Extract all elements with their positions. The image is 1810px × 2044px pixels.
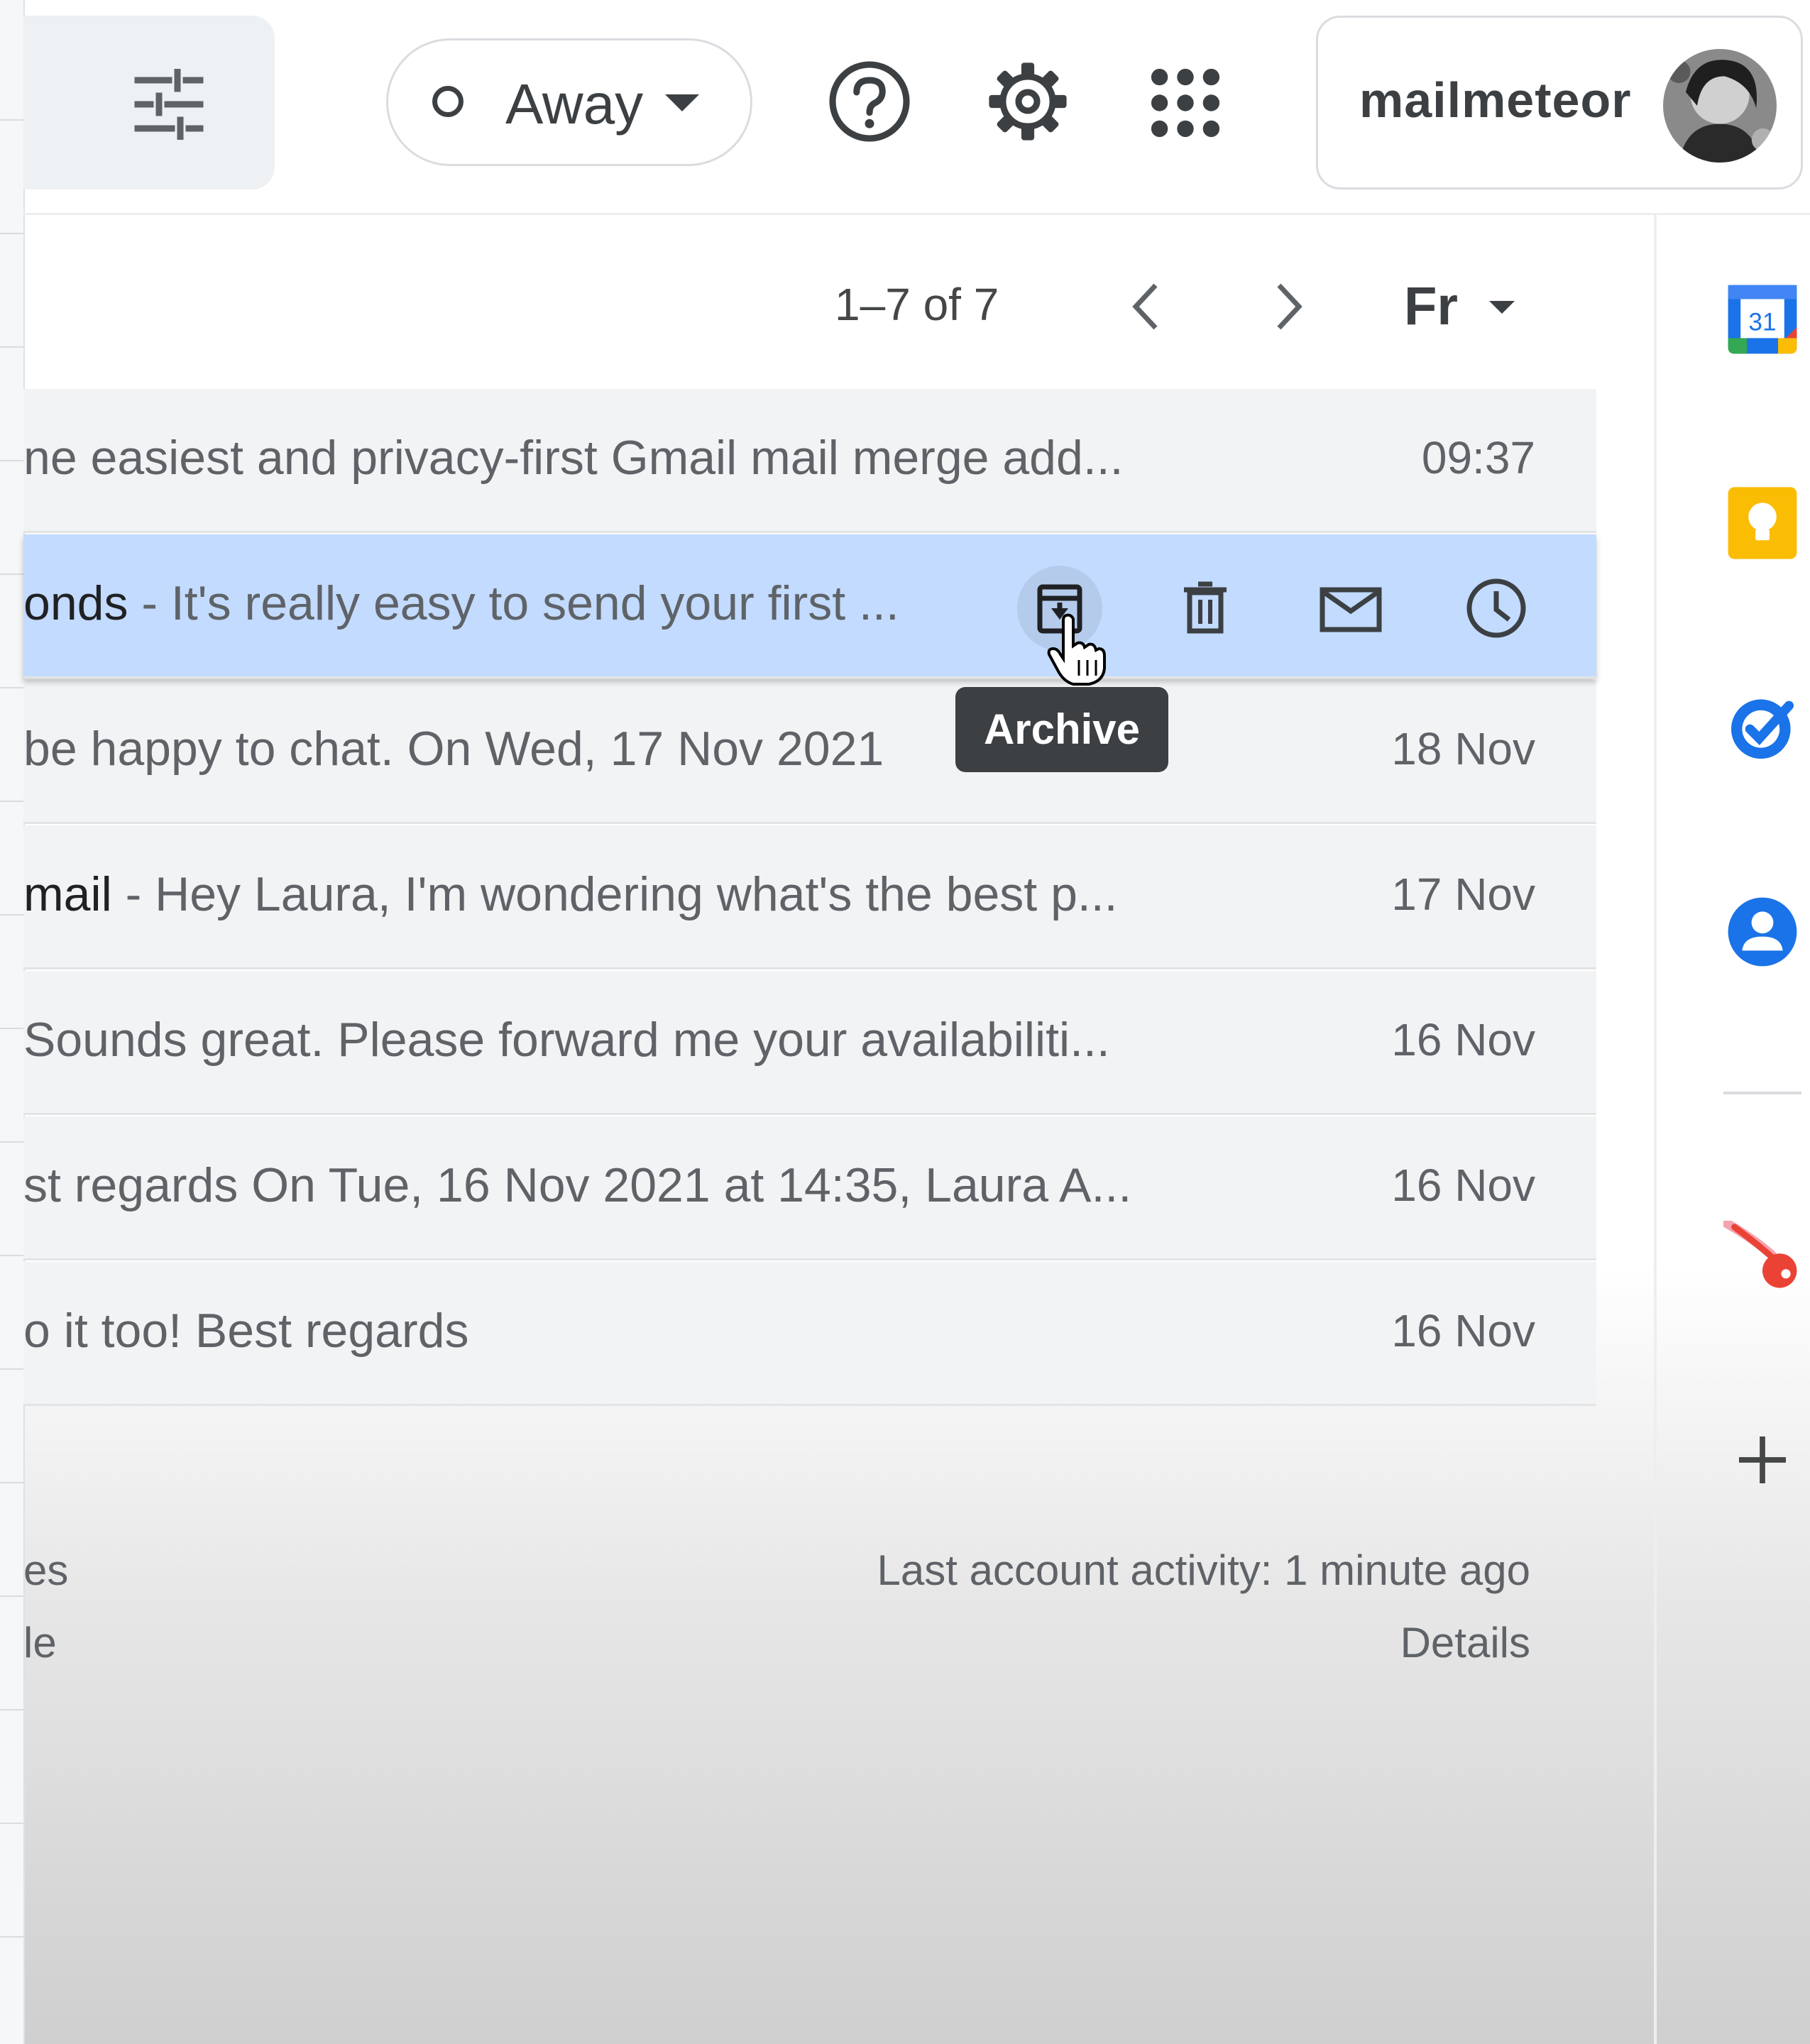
message-row[interactable]: o it too! Best regards 16 Nov: [23, 1262, 1596, 1406]
message-row[interactable]: onds - It's really easy to send your fir…: [23, 534, 1596, 678]
add-icon[interactable]: [1723, 1421, 1801, 1499]
input-tools-label: Fr: [1404, 276, 1458, 336]
message-preview: - It's really easy to send your first ..…: [128, 576, 899, 630]
status-dropdown[interactable]: Away: [386, 38, 752, 166]
left-sidebar-edge: [0, 0, 25, 2044]
account-button[interactable]: mailmeteor: [1316, 16, 1803, 189]
mark-unread-button[interactable]: [1308, 566, 1393, 651]
message-date: 17 Nov: [1391, 869, 1535, 920]
message-row[interactable]: st regards On Tue, 16 Nov 2021 at 14:35,…: [23, 1116, 1596, 1260]
tasks-icon[interactable]: [1723, 688, 1801, 766]
hand-cursor-icon: [1047, 613, 1106, 686]
message-date: 16 Nov: [1391, 1305, 1535, 1356]
message-sender: mail: [23, 867, 112, 921]
calendar-icon[interactable]: 31: [1723, 280, 1801, 358]
side-panel-divider: [1654, 215, 1657, 2044]
details-link[interactable]: Details: [1400, 1618, 1530, 1667]
message-preview: ne easiest and privacy-first Gmail mail …: [23, 431, 1124, 485]
mailmeteor-icon[interactable]: [1723, 1221, 1801, 1299]
message-preview: st regards On Tue, 16 Nov 2021 at 14:35,…: [23, 1158, 1132, 1212]
footer-link[interactable]: es: [23, 1546, 68, 1595]
message-date: 16 Nov: [1391, 1160, 1535, 1211]
footer-link[interactable]: le: [23, 1618, 57, 1667]
last-activity-text: Last account activity: 1 minute ago: [877, 1546, 1530, 1594]
pagination-text: 1–7 of 7: [835, 279, 999, 330]
chevron-right-icon[interactable]: [1263, 278, 1313, 335]
message-row[interactable]: mail - Hey Laura, I'm wondering what's t…: [23, 825, 1596, 969]
message-preview: be happy to chat. On Wed, 17 Nov 2021: [23, 722, 884, 776]
header-divider: [23, 213, 1810, 215]
message-date: 09:37: [1421, 432, 1535, 483]
chevron-left-icon[interactable]: [1121, 278, 1171, 335]
apps-grid-icon[interactable]: [1139, 57, 1232, 149]
contacts-icon[interactable]: [1723, 893, 1801, 971]
delete-button[interactable]: [1163, 566, 1248, 651]
snooze-button[interactable]: [1454, 566, 1539, 651]
search-options-button[interactable]: [23, 16, 275, 189]
avatar: [1663, 49, 1777, 163]
chevron-down-icon: [665, 94, 699, 111]
keep-icon[interactable]: [1723, 484, 1801, 562]
mark-unread-icon: [1320, 587, 1382, 632]
snooze-icon: [1466, 578, 1526, 638]
status-ring-icon: [432, 86, 464, 117]
message-row[interactable]: Sounds great. Please forward me your ava…: [23, 971, 1596, 1115]
message-date: 18 Nov: [1391, 723, 1535, 774]
message-preview: - Hey Laura, I'm wondering what's the be…: [111, 867, 1118, 921]
input-tools-button[interactable]: Fr: [1404, 275, 1525, 346]
side-panel-separator: [1723, 1092, 1801, 1094]
settings-gear-icon[interactable]: [982, 55, 1074, 148]
message-preview: o it too! Best regards: [23, 1304, 469, 1358]
message-snippet: onds - It's really easy to send your fir…: [23, 576, 899, 631]
gmail-window: Away mailmeteor 1–7 of 7 Fr ne easiest a…: [0, 0, 1810, 2044]
message-date: 16 Nov: [1391, 1014, 1535, 1065]
calendar-day: 31: [1748, 308, 1776, 336]
message-preview: Sounds great. Please forward me your ava…: [23, 1013, 1110, 1067]
account-brand: mailmeteor: [1359, 72, 1632, 128]
message-row[interactable]: be happy to chat. On Wed, 17 Nov 2021 18…: [23, 680, 1596, 824]
archive-tooltip: Archive: [955, 687, 1168, 772]
message-sender: onds: [23, 576, 128, 630]
status-label: Away: [505, 72, 644, 136]
delete-icon: [1184, 581, 1227, 634]
help-icon[interactable]: [823, 55, 916, 148]
chevron-down-icon: [1489, 301, 1515, 314]
message-snippet: mail - Hey Laura, I'm wondering what's t…: [23, 867, 1118, 922]
search-options-icon: [134, 69, 204, 140]
message-row[interactable]: ne easiest and privacy-first Gmail mail …: [23, 389, 1596, 533]
